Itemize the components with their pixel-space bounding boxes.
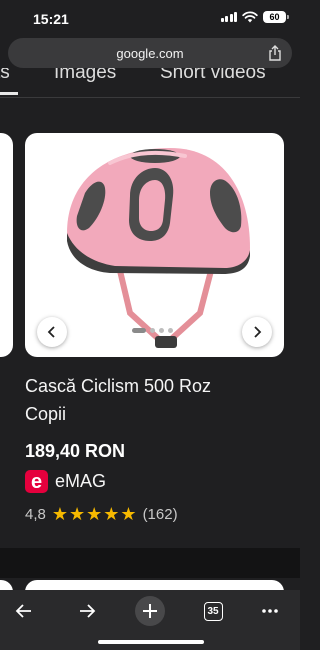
tab-images[interactable]: Images: [54, 68, 116, 84]
back-icon: [15, 604, 31, 618]
more-icon: [262, 609, 278, 613]
carousel-dots: [132, 328, 173, 333]
product-title-line-1[interactable]: Cască Ciclism 500 Roz: [25, 372, 285, 400]
product-helmet-image: [67, 148, 250, 348]
star-icon: ★: [120, 504, 137, 524]
status-bar: 15:21 60: [0, 0, 300, 38]
review-count: (162): [142, 505, 178, 523]
back-button[interactable]: [9, 596, 39, 626]
rating-stars: ★ ★ ★ ★ ★: [52, 505, 137, 523]
rating-value: 4,8: [25, 505, 46, 523]
star-icon: ★: [103, 504, 120, 524]
active-tab-indicator: [0, 92, 18, 95]
status-time: 15:21: [33, 11, 69, 27]
section-divider: [0, 548, 300, 578]
star-icon: ★: [86, 504, 103, 524]
url-text[interactable]: google.com: [116, 46, 183, 61]
product-title[interactable]: Cască Ciclism 500 Roz Copii: [25, 372, 285, 428]
battery-icon: 60: [263, 11, 289, 23]
tab-short-videos[interactable]: Short videos: [160, 68, 266, 84]
more-button[interactable]: [255, 596, 285, 626]
tabs-divider: [0, 97, 300, 98]
wifi-icon: [242, 11, 258, 23]
home-indicator: [98, 640, 204, 644]
seller[interactable]: e eMAG: [25, 470, 106, 493]
chevron-left-icon: [47, 326, 55, 338]
product-title-line-2[interactable]: Copii: [25, 400, 285, 428]
new-tab-button[interactable]: [135, 596, 165, 626]
chevron-right-icon: [254, 326, 262, 338]
star-icon: ★: [69, 504, 86, 524]
tab-switcher-button[interactable]: 35: [198, 596, 228, 626]
product-price: 189,40 RON: [25, 441, 126, 461]
previous-product-card[interactable]: [0, 133, 13, 357]
tab-partial[interactable]: ts: [0, 68, 10, 84]
carousel-prev-button[interactable]: [37, 317, 67, 347]
status-icons: 60: [220, 11, 289, 23]
search-tabs: ts Images Short videos: [0, 68, 300, 98]
address-bar[interactable]: google.com: [8, 38, 292, 68]
tab-switcher-icon: 35: [203, 601, 223, 621]
product-rating: 4,8 ★ ★ ★ ★ ★ (162): [25, 505, 178, 523]
new-tab-icon: [143, 604, 157, 618]
forward-icon: [80, 604, 96, 618]
seller-name[interactable]: eMAG: [55, 471, 106, 492]
forward-button[interactable]: [72, 596, 102, 626]
emag-logo-icon: e: [25, 470, 48, 493]
carousel-next-button[interactable]: [242, 317, 272, 347]
signal-icon: [220, 12, 237, 22]
share-icon[interactable]: [268, 45, 282, 61]
star-icon: ★: [51, 504, 68, 524]
